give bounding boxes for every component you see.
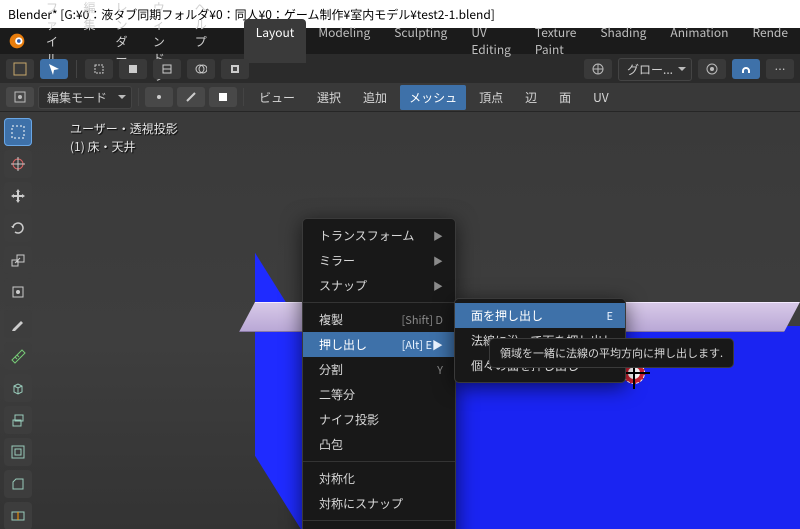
tab-animation[interactable]: Animation — [658, 19, 740, 63]
menu-item-symmetrize[interactable]: 対称化 — [303, 466, 455, 491]
menu-vertex[interactable]: 頂点 — [470, 85, 512, 110]
mesh-dropdown-menu: トランスフォーム ▶ ミラー ▶ スナップ ▶ 複製 [Shift] D 押し出し [Al… — [302, 218, 456, 529]
transform-tool[interactable] — [4, 278, 32, 306]
menu-item-snap-to-symmetry[interactable]: 対称にスナップ — [303, 491, 455, 516]
menu-add[interactable]: 追加 — [354, 85, 396, 110]
tab-texture-paint[interactable]: Texture Paint — [523, 19, 588, 63]
extrude-region-tool[interactable] — [4, 406, 32, 434]
interaction-mode-dropdown[interactable]: 編集モード — [38, 86, 132, 109]
menu-item-mirror[interactable]: ミラー ▶ — [303, 248, 455, 273]
cursor-tool[interactable] — [4, 150, 32, 178]
menu-item-split[interactable]: 分割 Y — [303, 357, 455, 382]
menu-mesh[interactable]: メッシュ — [400, 85, 466, 110]
shortcut: E — [607, 308, 613, 324]
rotate-tool[interactable] — [4, 214, 32, 242]
annotate-tool[interactable] — [4, 310, 32, 338]
menu-item-snap[interactable]: スナップ ▶ — [303, 273, 455, 298]
orientation-icon[interactable] — [584, 59, 612, 79]
label: 複製 — [319, 311, 343, 328]
label: スナップ — [319, 277, 367, 294]
editor-type-icon[interactable] — [6, 59, 34, 79]
select-mode-new-icon[interactable] — [85, 59, 113, 79]
inset-faces-tool[interactable] — [4, 438, 32, 466]
submenu-arrow-icon: ▶ — [433, 228, 443, 243]
tool-shelf — [4, 118, 34, 529]
menu-item-duplicate[interactable]: 複製 [Shift] D — [303, 307, 455, 332]
pivot-point-icon[interactable] — [698, 59, 726, 79]
label: ミラー — [319, 252, 355, 269]
tab-sculpting[interactable]: Sculpting — [382, 19, 459, 63]
menu-select[interactable]: 選択 — [308, 85, 350, 110]
label: 凸包 — [319, 436, 343, 453]
label: ナイフ投影 — [319, 411, 379, 428]
scale-tool[interactable] — [4, 246, 32, 274]
workspace-tabs: Layout Modeling Sculpting UV Editing Tex… — [244, 19, 800, 63]
submenu-item-extrude-faces[interactable]: 面を押し出し E — [455, 303, 625, 328]
separator — [138, 88, 139, 106]
select-mode-intersect-icon[interactable] — [187, 59, 215, 79]
menu-separator — [303, 461, 455, 462]
overlay-object: (1) 床・天井 — [70, 138, 178, 156]
submenu-arrow-icon: ▶ — [433, 253, 443, 268]
editor-type-button[interactable] — [6, 87, 34, 107]
measure-tool[interactable] — [4, 342, 32, 370]
options-dropdown-icon[interactable]: ⋯ — [766, 59, 794, 79]
viewport-header: 編集モード ビュー 選択 追加 メッシュ 頂点 辺 面 UV — [0, 83, 800, 112]
menu-item-knife-project[interactable]: ナイフ投影 — [303, 407, 455, 432]
tooltip: 領域を一緒に法線の平均方向に押し出します. — [489, 338, 734, 368]
3d-viewport[interactable]: ユーザー・透視投影 (1) 床・天井 トランスフォーム ▶ ミラー ▶ スナップ ▶ … — [0, 112, 800, 529]
blender-logo-icon — [6, 30, 28, 52]
menu-item-extrude[interactable]: 押し出し [Alt] E▶ — [303, 332, 455, 357]
separator — [243, 88, 244, 106]
menu-view[interactable]: ビュー — [250, 85, 304, 110]
menu-face[interactable]: 面 — [550, 85, 580, 110]
overlay-projection: ユーザー・透視投影 — [70, 120, 178, 138]
shortcut: Y — [437, 362, 443, 378]
menu-edge[interactable]: 辺 — [516, 85, 546, 110]
loop-cut-tool[interactable] — [4, 502, 32, 529]
tab-uv-editing[interactable]: UV Editing — [459, 19, 523, 63]
separator — [76, 60, 77, 78]
select-box-tool[interactable] — [4, 118, 32, 146]
viewport-overlay-text: ユーザー・透視投影 (1) 床・天井 — [70, 120, 178, 156]
transform-orientation-dropdown[interactable]: グロー... — [618, 58, 692, 81]
label: 二等分 — [319, 386, 355, 403]
move-tool[interactable] — [4, 182, 32, 210]
select-mode-extend-icon[interactable] — [119, 59, 147, 79]
select-mode-subtract-icon[interactable] — [153, 59, 181, 79]
face-select-icon[interactable] — [209, 87, 237, 107]
label: 分割 — [319, 361, 343, 378]
tab-shading[interactable]: Shading — [588, 19, 658, 63]
tab-rendering[interactable]: Rende — [740, 19, 800, 63]
add-cube-tool[interactable] — [4, 374, 32, 402]
menu-item-bisect[interactable]: 二等分 — [303, 382, 455, 407]
menu-separator — [303, 302, 455, 303]
label: 面を押し出し — [471, 307, 543, 324]
bevel-tool[interactable] — [4, 470, 32, 498]
topbar: ファイル 編集 レンダー ウィンドウ ヘルプ Layout Modeling S… — [0, 28, 800, 55]
select-mode-invert-icon[interactable] — [221, 59, 249, 79]
submenu-arrow-icon: ▶ — [433, 278, 443, 293]
shortcut: [Alt] E▶ — [402, 337, 443, 353]
tab-modeling[interactable]: Modeling — [306, 19, 382, 63]
snap-toggle-icon[interactable] — [732, 59, 760, 79]
cursor-tool-active-icon[interactable] — [40, 59, 68, 79]
vertex-select-icon[interactable] — [145, 87, 173, 107]
tab-layout[interactable]: Layout — [244, 19, 307, 63]
menu-item-transform[interactable]: トランスフォーム ▶ — [303, 223, 455, 248]
menu-separator — [303, 520, 455, 521]
shortcut: [Shift] D — [402, 312, 443, 328]
label: トランスフォーム — [319, 227, 414, 244]
menu-item-normals[interactable]: ノーマル[Alt] N▶ — [303, 525, 455, 529]
menu-item-convex-hull[interactable]: 凸包 — [303, 432, 455, 457]
menu-uv[interactable]: UV — [584, 85, 618, 110]
label: 対称化 — [319, 470, 355, 487]
label: 対称にスナップ — [319, 495, 403, 512]
edge-select-icon[interactable] — [177, 87, 205, 107]
label: 押し出し — [319, 336, 367, 353]
